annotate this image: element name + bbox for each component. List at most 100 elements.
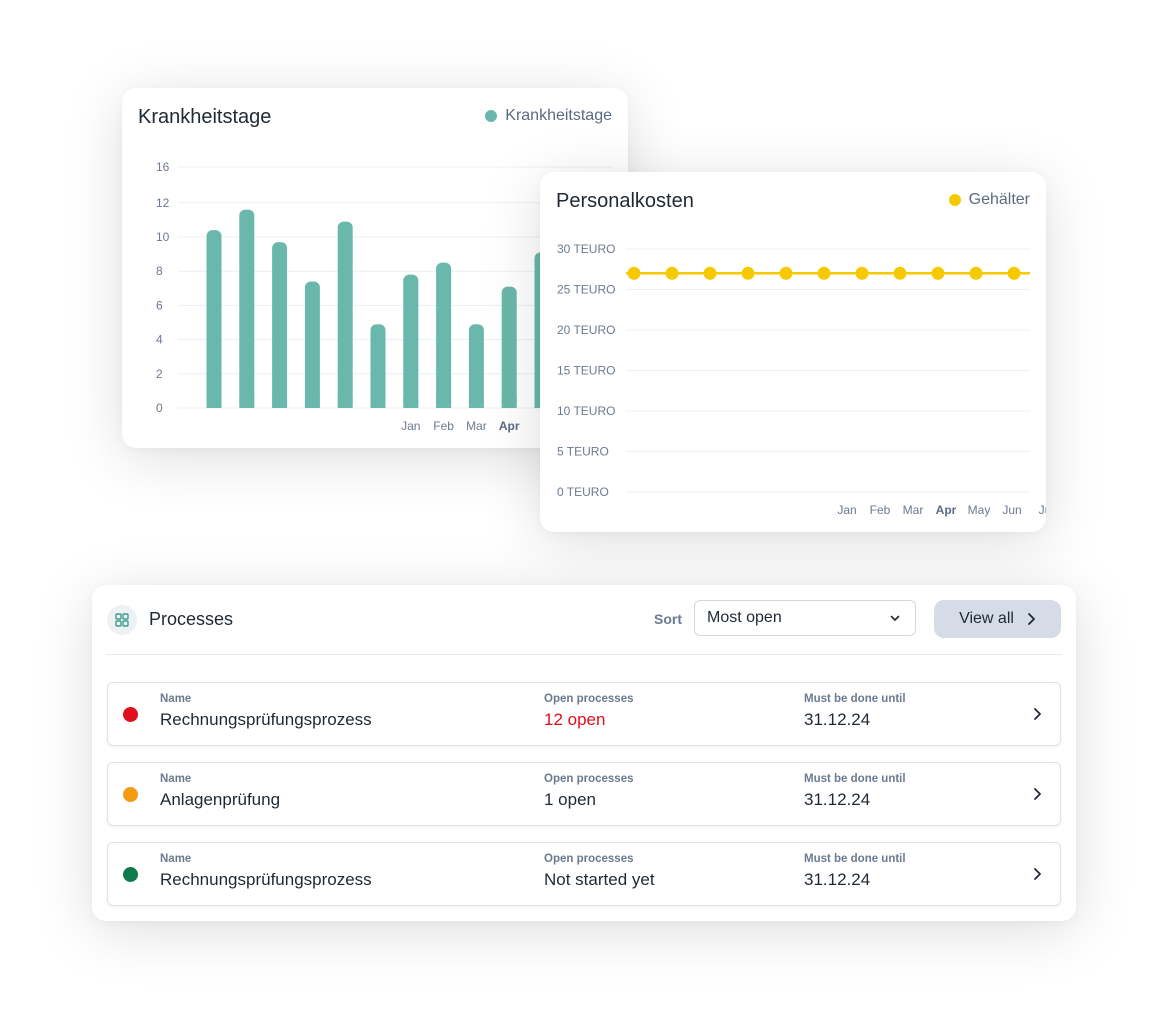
process-name: Rechnungsprüfungsprozess xyxy=(160,710,372,729)
status-dot xyxy=(123,867,138,882)
name-label: Name xyxy=(160,773,192,785)
bar xyxy=(337,221,353,408)
y-tick-label: 15 TEURO xyxy=(557,364,615,378)
open-column: Open processes 12 open xyxy=(544,693,633,730)
x-tick-label: Apr xyxy=(499,419,520,433)
chevron-right-icon[interactable] xyxy=(1032,787,1042,801)
data-point xyxy=(665,266,679,280)
bar-base xyxy=(436,398,452,408)
open-label: Open processes xyxy=(544,853,634,865)
sort-select[interactable]: Most open xyxy=(694,600,916,636)
y-tick-label: 30 TEURO xyxy=(557,242,615,256)
name-column: Name Anlagenprüfung xyxy=(160,773,280,810)
process-row[interactable]: Name Rechnungsprüfungsprozess Open proce… xyxy=(107,842,1061,906)
x-tick-label: May xyxy=(968,503,991,517)
bar-base xyxy=(468,398,484,408)
y-tick-label: 10 TEURO xyxy=(557,404,615,418)
bar xyxy=(304,281,320,408)
due-label: Must be done until xyxy=(804,693,906,705)
due-column: Must be done until 31.12.24 xyxy=(804,773,906,810)
open-count: 1 open xyxy=(544,790,596,809)
chevron-right-icon[interactable] xyxy=(1032,867,1042,881)
personnel-cost-card: Personalkosten Gehälter 0 TEURO 5 TEURO 10… xyxy=(540,172,1046,532)
chevron-right-icon xyxy=(1028,613,1035,625)
x-tick-label: Apr xyxy=(936,503,957,517)
data-point xyxy=(855,266,869,280)
open-label: Open processes xyxy=(544,773,634,785)
view-all-button[interactable]: View all xyxy=(934,600,1061,638)
processes-card: Processes Sort Most open View all Name R… xyxy=(92,585,1076,921)
open-label: Open processes xyxy=(544,693,634,705)
bar xyxy=(403,274,419,408)
y-tick-label: 25 TEURO xyxy=(557,283,615,297)
due-label: Must be done until xyxy=(804,773,906,785)
name-label: Name xyxy=(160,693,192,705)
open-column: Open processes 1 open xyxy=(544,773,633,810)
due-label: Must be done until xyxy=(804,853,906,865)
data-point xyxy=(969,266,983,280)
x-tick-label: Jun xyxy=(1002,503,1021,517)
data-point xyxy=(1007,266,1021,280)
data-point xyxy=(741,266,755,280)
y-tick-label: 6 xyxy=(156,298,163,312)
bar-base xyxy=(206,398,222,408)
process-row[interactable]: Name Rechnungsprüfungsprozess Open proce… xyxy=(107,682,1061,746)
process-name: Rechnungsprüfungsprozess xyxy=(160,870,372,889)
open-column: Open processes Not started yet xyxy=(544,853,655,890)
divider xyxy=(106,654,1062,655)
y-tick-label: 10 xyxy=(156,230,170,244)
x-tick-label: Jan xyxy=(401,419,420,433)
open-count: 12 open xyxy=(544,710,606,729)
due-date: 31.12.24 xyxy=(804,790,871,809)
y-tick-label: 12 xyxy=(156,196,170,210)
due-column: Must be done until 31.12.24 xyxy=(804,693,906,730)
x-tick-label: Jan xyxy=(837,503,856,517)
y-tick-label: 0 TEURO xyxy=(557,485,609,499)
status-dot xyxy=(123,707,138,722)
bar-base xyxy=(272,398,288,408)
bar xyxy=(370,324,386,408)
due-date: 31.12.24 xyxy=(804,710,871,729)
y-tick-label: 4 xyxy=(156,333,163,347)
y-tick-label: 16 xyxy=(156,160,170,174)
data-point xyxy=(627,266,641,280)
chevron-down-icon xyxy=(890,615,900,621)
y-tick-label: 20 TEURO xyxy=(557,323,615,337)
x-tick-label: Feb xyxy=(870,503,891,517)
x-tick-label: Mar xyxy=(903,503,924,517)
personnel-cost-chart: 0 TEURO 5 TEURO 10 TEURO 15 TEURO 20 TEURO 25… xyxy=(557,242,1046,517)
name-column: Name Rechnungsprüfungsprozess xyxy=(160,693,372,730)
processes-title: Processes xyxy=(149,609,234,629)
bar xyxy=(468,324,484,408)
bar xyxy=(501,286,517,408)
x-tick-label: Mar xyxy=(466,419,487,433)
bar xyxy=(272,242,288,408)
due-column: Must be done until 31.12.24 xyxy=(804,853,906,890)
bar-base xyxy=(370,398,386,408)
bar xyxy=(436,262,452,408)
data-point xyxy=(893,266,907,280)
name-column: Name Rechnungsprüfungsprozess xyxy=(160,853,372,890)
chevron-right-icon[interactable] xyxy=(1032,707,1042,721)
bar-base xyxy=(304,398,320,408)
y-tick-label: 0 xyxy=(156,401,163,415)
name-label: Name xyxy=(160,853,192,865)
view-all-label: View all xyxy=(959,610,1014,627)
bar-base xyxy=(501,398,517,408)
x-tick-label: Ju xyxy=(1039,503,1046,517)
sort-label: Sort xyxy=(654,611,682,627)
grid-icon xyxy=(107,605,137,635)
bar-base xyxy=(337,398,353,408)
data-point xyxy=(817,266,831,280)
bar-base xyxy=(403,398,419,408)
data-point xyxy=(931,266,945,280)
y-tick-label: 5 TEURO xyxy=(557,445,609,459)
due-date: 31.12.24 xyxy=(804,870,871,889)
process-row[interactable]: Name Anlagenprüfung Open processes 1 ope… xyxy=(107,762,1061,826)
y-tick-label: 8 xyxy=(156,264,163,278)
bar xyxy=(239,209,255,408)
bar-base xyxy=(239,398,255,408)
status-dot xyxy=(123,787,138,802)
open-count: Not started yet xyxy=(544,870,655,889)
x-tick-label: Feb xyxy=(433,419,454,433)
